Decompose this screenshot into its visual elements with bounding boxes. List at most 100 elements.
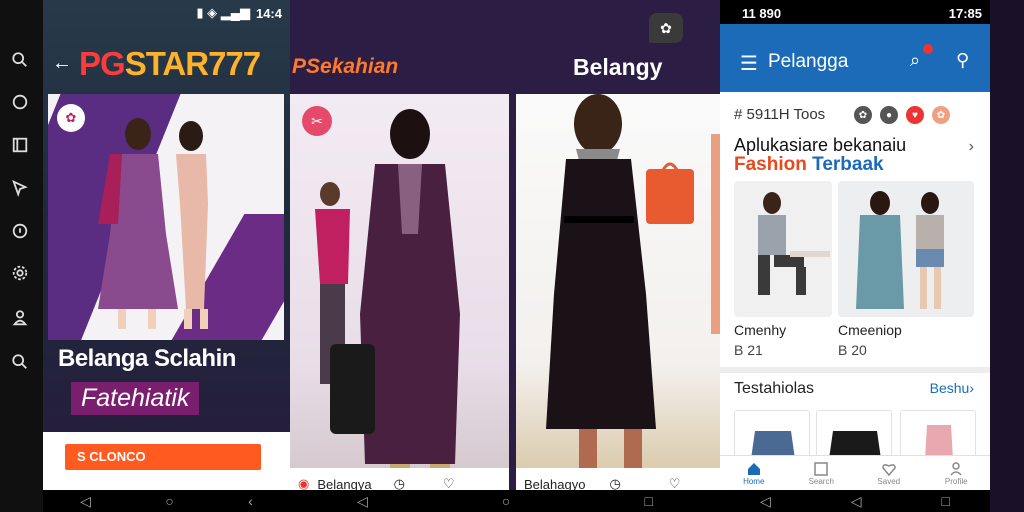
promo-screen: ▮ ◈ ▂▄▆ 14:4 ← PGSTAR777 ✿ Belanga Sclah… [43,0,290,512]
card-footer-label: Belangya [317,476,372,491]
nav-recents-icon[interactable]: □ [644,493,652,509]
brand-logo-icon: ◉ [298,476,310,490]
catalog-title-left: PSekahian [292,55,399,78]
shop-app-screen: 11 890 17:85 ☰ Pelangga ⌕ ⚲ # 5911H Toos… [720,0,990,512]
bottom-tab-bar: Home Search Saved Profile [720,455,990,491]
nav-back-icon[interactable]: ◁ [760,493,771,510]
tab-label: Search [808,477,834,486]
tag-icon[interactable]: ✿ [932,106,950,124]
product-thumb[interactable] [734,410,810,459]
location-pin-icon[interactable]: ⚲ [956,50,969,71]
catalog-title-right: Belangy [573,54,663,80]
settings-icon[interactable] [10,263,30,283]
back-arrow-icon[interactable]: ← [52,52,72,75]
product-name: Cmenhy [734,322,787,338]
product-card[interactable]: Belahagyo ◷ ♡ [516,94,720,490]
section-title: Testahiolas [734,380,815,397]
heading-word-terbaak: Terbaak [812,154,884,175]
card-footer-label: Belahagyo [524,476,586,491]
scissors-icon[interactable]: ✂ [302,106,332,136]
product-thumb[interactable] [816,410,892,459]
product-price: B 21 [734,342,763,358]
nav-back-icon[interactable]: ◁ [851,493,862,510]
whatsapp-icon[interactable] [10,92,30,112]
home-icon [747,463,760,475]
heart-icon [881,464,896,477]
see-more-link[interactable]: Beshu› [930,380,974,396]
nav-home-icon[interactable]: ○ [165,493,173,509]
nav-home-icon[interactable]: ○ [502,493,510,509]
tag-icon[interactable]: ● [880,106,898,124]
system-nav-bar: ◁ ○ □ [290,490,720,512]
tag-icon[interactable]: ✿ [854,106,872,124]
tags-label: # 5911H Toos [734,106,826,123]
search-icon[interactable] [10,50,30,70]
product-price: B 20 [838,342,867,358]
nav-back-icon[interactable]: ‹ [248,493,253,509]
product-illustration [856,191,944,309]
model-illustration [315,109,460,480]
card-footer: Belahagyo ◷ ♡ [516,468,720,490]
chevron-right-icon[interactable]: › [969,138,974,156]
left-sidebar [0,0,43,512]
wifi-icon: ▮ ◈ ▂▄▆ [196,5,250,20]
notification-dot [923,44,933,54]
info-icon[interactable] [10,221,30,241]
section-heading: Aplukasiare bekanaiu [734,135,907,155]
tag-icon[interactable]: ♥ [906,106,924,124]
promo-title: Belanga Sclahin [58,345,236,372]
search-icon[interactable]: ⌕ [910,50,920,71]
product-image[interactable] [734,181,832,317]
product-illustration [758,192,830,295]
status-time: 14:4 [255,5,282,21]
menu-icon[interactable]: ☰ [740,51,758,76]
clock-icon[interactable]: ◷ [394,476,405,490]
catalog-screen: PSekahian Belangy ✿ ✂ ◉ Belangya ◷ ♡ Bel… [290,0,720,512]
status-right: 17:85 [948,5,982,21]
promo-badge: Fatehiatik [71,382,200,415]
tab-label: Profile [944,477,968,486]
tab-home[interactable]: Home [729,456,779,491]
partial-screen [990,0,1024,512]
app-title: Pelangga [768,51,849,72]
book-icon[interactable] [10,135,30,155]
brand-logo-part2: STAR777 [124,45,261,82]
flower-icon[interactable]: ✿ [649,13,683,43]
tab-profile[interactable]: Profile [931,456,981,491]
fashion-heading: Fashion Terbaak [734,154,884,176]
tab-label: Saved [877,477,901,486]
person-icon[interactable] [10,308,30,328]
heading-word-fashion: Fashion [734,154,807,175]
card-footer: ◉ Belangya ◷ ♡ [290,468,509,490]
heart-icon[interactable]: ♡ [669,476,681,490]
image-icon [814,462,828,476]
tab-search[interactable]: Search [796,456,846,491]
product-card[interactable]: ✂ ◉ Belangya ◷ ♡ [290,94,509,490]
product-thumb[interactable] [900,410,976,459]
system-nav-bar: ◁ ◁ □ [720,490,990,512]
clock-icon[interactable]: ◷ [609,476,620,490]
heart-icon[interactable]: ♡ [443,476,455,490]
models-illustration [98,118,208,329]
divider [720,367,990,373]
status-left: 11 890 [742,5,782,21]
status-bar: ▮ ◈ ▂▄▆ 14:4 [196,4,282,22]
hero-banner[interactable]: ✿ [48,94,284,340]
nav-recents-icon[interactable]: □ [942,493,950,509]
tab-saved[interactable]: Saved [864,456,914,491]
person-icon [950,462,962,476]
system-nav-bar: ◁ ○ ‹ [43,490,290,512]
nav-back-icon[interactable]: ◁ [80,493,91,510]
nav-back-icon[interactable]: ◁ [357,493,368,510]
status-bar: 11 890 17:85 [742,4,982,22]
tab-label: Home [743,477,765,486]
app-bar: ☰ Pelangga ⌕ ⚲ [720,24,990,92]
shop-now-button[interactable]: S CLONCO [65,444,261,470]
search-icon[interactable] [10,352,30,372]
model-illustration [546,94,720,474]
product-name: Cmeeniop [838,322,902,338]
cursor-icon[interactable] [10,178,30,198]
brand-logo-part1: PG [79,45,126,82]
brand-logo: PGSTAR777 [79,45,261,83]
product-image[interactable] [838,181,974,317]
